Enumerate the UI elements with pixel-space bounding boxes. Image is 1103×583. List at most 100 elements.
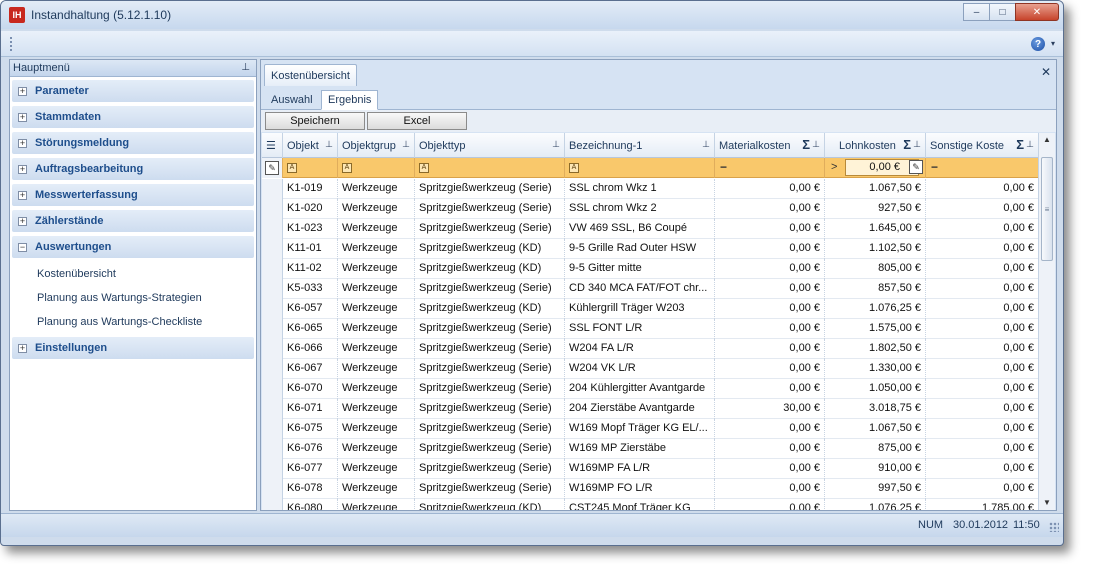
expand-icon[interactable]: + — [18, 86, 27, 96]
cell-bezeichnung[interactable]: W204 FA L/R — [565, 339, 715, 359]
expand-icon[interactable]: + — [18, 190, 27, 200]
table-row[interactable]: K6-077 Werkzeuge Spritzgießwerkzeug (Serie… — [262, 459, 1039, 479]
cell-lohnkosten[interactable]: 1.076,25 € — [825, 499, 926, 510]
sidebar-group[interactable]: − Auswertungen — [12, 236, 254, 258]
expand-icon[interactable]: + — [18, 164, 27, 174]
cell-objekttyp[interactable]: Spritzgießwerkzeug (KD) — [415, 299, 565, 319]
cell-bezeichnung[interactable]: SSL chrom Wkz 1 — [565, 179, 715, 199]
close-document-icon[interactable]: ✕ — [1041, 65, 1051, 79]
cell-objekt[interactable]: K5-033 — [283, 279, 338, 299]
table-row[interactable]: K6-071 Werkzeuge Spritzgießwerkzeug (Serie… — [262, 399, 1039, 419]
filter-operator-icon[interactable]: − — [720, 160, 727, 174]
table-row[interactable]: K6-067 Werkzeuge Spritzgießwerkzeug (Serie… — [262, 359, 1039, 379]
cell-sonstige-kosten[interactable]: 0,00 € — [926, 319, 1039, 339]
table-row[interactable]: K1-023 Werkzeuge Spritzgießwerkzeug (Serie… — [262, 219, 1039, 239]
cell-objekt[interactable]: K6-070 — [283, 379, 338, 399]
cell-materialkosten[interactable]: 0,00 € — [715, 319, 825, 339]
cell-objekttyp[interactable]: Spritzgießwerkzeug (Serie) — [415, 339, 565, 359]
cell-objekttyp[interactable]: Spritzgießwerkzeug (Serie) — [415, 419, 565, 439]
filter-edit-icon[interactable]: ✎ — [265, 161, 279, 175]
cell-sonstige-kosten[interactable]: 0,00 € — [926, 259, 1039, 279]
cell-objekttyp[interactable]: Spritzgießwerkzeug (Serie) — [415, 399, 565, 419]
cell-materialkosten[interactable]: 0,00 € — [715, 219, 825, 239]
expand-icon[interactable]: + — [18, 138, 27, 148]
cell-objekt[interactable]: K6-065 — [283, 319, 338, 339]
cell-lohnkosten[interactable]: 910,00 € — [825, 459, 926, 479]
filter-objektgruppe[interactable]: A — [338, 158, 415, 178]
table-row[interactable]: K6-076 Werkzeuge Spritzgießwerkzeug (Serie… — [262, 439, 1039, 459]
row-indicator[interactable] — [262, 479, 283, 499]
row-indicator[interactable] — [262, 379, 283, 399]
vertical-scrollbar[interactable]: ▲ ≡ ▼ — [1038, 133, 1055, 510]
cell-objekt[interactable]: K11-01 — [283, 239, 338, 259]
cell-sonstige-kosten[interactable]: 0,00 € — [926, 459, 1039, 479]
cell-bezeichnung[interactable]: W169MP FA L/R — [565, 459, 715, 479]
table-row[interactable]: K6-080 Werkzeuge Spritzgießwerkzeug (KD) CS… — [262, 499, 1039, 510]
cell-objekt[interactable]: K6-077 — [283, 459, 338, 479]
cell-materialkosten[interactable]: 0,00 € — [715, 359, 825, 379]
cell-objekt[interactable]: K6-057 — [283, 299, 338, 319]
cell-objekttyp[interactable]: Spritzgießwerkzeug (Serie) — [415, 359, 565, 379]
cell-objekt[interactable]: K6-067 — [283, 359, 338, 379]
filter-operator-icon[interactable]: − — [931, 160, 938, 174]
cell-objekttyp[interactable]: Spritzgießwerkzeug (Serie) — [415, 279, 565, 299]
save-button[interactable]: Speichern — [265, 112, 365, 130]
cell-objektgruppe[interactable]: Werkzeuge — [338, 199, 415, 219]
row-indicator[interactable] — [262, 359, 283, 379]
cell-lohnkosten[interactable]: 875,00 € — [825, 439, 926, 459]
cell-materialkosten[interactable]: 0,00 € — [715, 419, 825, 439]
cell-bezeichnung[interactable]: W169 MP Zierstäbe — [565, 439, 715, 459]
table-row[interactable]: K1-020 Werkzeuge Spritzgießwerkzeug (Serie… — [262, 199, 1039, 219]
cell-objektgruppe[interactable]: Werkzeuge — [338, 499, 415, 510]
column-header-lohnkosten[interactable]: Lohnkosten Σ ⊥ — [825, 133, 926, 158]
filter-objekttyp[interactable]: A — [415, 158, 565, 178]
cell-sonstige-kosten[interactable]: 0,00 € — [926, 419, 1039, 439]
row-indicator[interactable] — [262, 299, 283, 319]
cell-objektgruppe[interactable]: Werkzeuge — [338, 319, 415, 339]
close-window-button[interactable]: ✕ — [1015, 3, 1059, 21]
cell-objektgruppe[interactable]: Werkzeuge — [338, 259, 415, 279]
column-pin-icon[interactable]: ⊥ — [552, 139, 560, 150]
column-header-objekt[interactable]: Objekt ⊥ — [283, 133, 338, 158]
cell-materialkosten[interactable]: 0,00 € — [715, 499, 825, 510]
cell-objekt[interactable]: K6-080 — [283, 499, 338, 510]
cell-sonstige-kosten[interactable]: 0,00 € — [926, 199, 1039, 219]
cell-sonstige-kosten[interactable]: 0,00 € — [926, 359, 1039, 379]
row-indicator[interactable] — [262, 399, 283, 419]
cell-materialkosten[interactable]: 0,00 € — [715, 199, 825, 219]
column-pin-icon[interactable]: ⊥ — [1026, 139, 1034, 150]
cell-materialkosten[interactable]: 0,00 € — [715, 459, 825, 479]
filter-lohnkosten-input[interactable]: 0,00 € — [845, 159, 919, 176]
sum-icon[interactable]: Σ — [1016, 137, 1024, 152]
cell-objektgruppe[interactable]: Werkzeuge — [338, 359, 415, 379]
row-indicator[interactable] — [262, 459, 283, 479]
excel-export-button[interactable]: Excel — [367, 112, 467, 130]
cell-lohnkosten[interactable]: 927,50 € — [825, 199, 926, 219]
cell-sonstige-kosten[interactable]: 1.785,00 € — [926, 499, 1039, 510]
row-indicator[interactable] — [262, 499, 283, 510]
cell-lohnkosten[interactable]: 1.102,50 € — [825, 239, 926, 259]
cell-lohnkosten[interactable]: 857,50 € — [825, 279, 926, 299]
cell-bezeichnung[interactable]: VW 469 SSL, B6 Coupé — [565, 219, 715, 239]
column-header-objekttyp[interactable]: Objekttyp ⊥ — [415, 133, 565, 158]
row-indicator[interactable] — [262, 239, 283, 259]
cell-materialkosten[interactable]: 30,00 € — [715, 399, 825, 419]
table-row[interactable]: K11-02 Werkzeuge Spritzgießwerkzeug (KD) 9-… — [262, 259, 1039, 279]
cell-objekt[interactable]: K6-066 — [283, 339, 338, 359]
cell-objektgruppe[interactable]: Werkzeuge — [338, 419, 415, 439]
cell-bezeichnung[interactable]: SSL FONT L/R — [565, 319, 715, 339]
cell-materialkosten[interactable]: 0,00 € — [715, 439, 825, 459]
column-pin-icon[interactable]: ⊥ — [913, 139, 921, 150]
maximize-button[interactable]: □ — [989, 3, 1016, 21]
cell-objekttyp[interactable]: Spritzgießwerkzeug (Serie) — [415, 379, 565, 399]
sidebar-group[interactable]: + Einstellungen — [12, 337, 254, 359]
row-indicator[interactable] — [262, 199, 283, 219]
sidebar-item[interactable]: Kostenübersicht — [10, 262, 256, 286]
sidebar-group[interactable]: + Auftragsbearbeitung — [12, 158, 254, 180]
table-row[interactable]: K11-01 Werkzeuge Spritzgießwerkzeug (KD) 9-… — [262, 239, 1039, 259]
filter-text-icon[interactable]: A — [419, 163, 429, 173]
column-pin-icon[interactable]: ⊥ — [812, 139, 820, 150]
cell-bezeichnung[interactable]: SSL chrom Wkz 2 — [565, 199, 715, 219]
cell-objektgruppe[interactable]: Werkzeuge — [338, 439, 415, 459]
cell-sonstige-kosten[interactable]: 0,00 € — [926, 239, 1039, 259]
